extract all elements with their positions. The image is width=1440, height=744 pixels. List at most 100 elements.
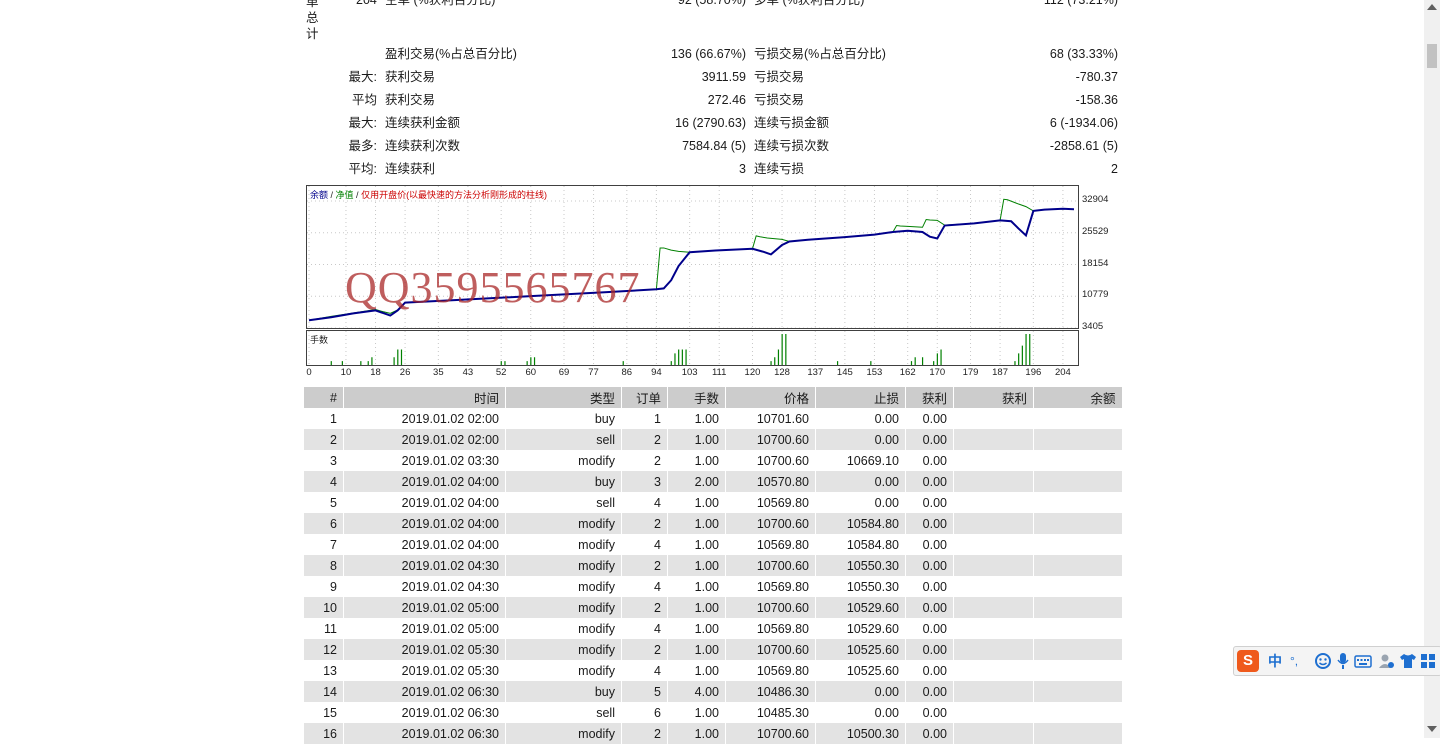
table-cell: 2019.01.02 05:00: [343, 597, 506, 618]
chart-legend: 余额 / 净值 / 仅用开盘价(以最快速的方法分析刚形成的柱线): [310, 188, 547, 201]
scroll-down-arrow-icon[interactable]: [1427, 726, 1437, 732]
table-cell: 10529.60: [815, 597, 906, 618]
user-icon[interactable]: [1377, 652, 1395, 670]
stat-label-2: 亏损交易: [754, 93, 805, 107]
x-tick-label: 128: [774, 367, 790, 378]
table-cell: modify: [505, 660, 622, 681]
x-tick-label: 137: [807, 367, 824, 378]
microphone-icon[interactable]: [1336, 652, 1350, 670]
volume-bar: [533, 357, 536, 365]
volume-bar: [367, 361, 369, 365]
table-cell: 9: [303, 576, 344, 597]
smiley-icon[interactable]: [1314, 652, 1332, 670]
table-cell: 10700.60: [725, 723, 816, 744]
volume-bar: [400, 349, 403, 365]
volume-bar: [870, 361, 872, 365]
table-cell: [953, 702, 1034, 723]
column-header[interactable]: 价格: [725, 387, 816, 408]
table-cell: 2019.01.02 05:00: [343, 618, 506, 639]
table-cell: 5: [303, 492, 344, 513]
table-cell: 3: [303, 450, 344, 471]
x-tick-label: 170: [929, 367, 946, 378]
volume-bar: [910, 361, 913, 365]
table-row: 5 2019.01.02 04:00 sell 4 1.00 10569.80 0.00 0.…: [303, 492, 1122, 513]
volume-bar: [785, 334, 787, 365]
table-cell: 10569.80: [725, 492, 816, 513]
y-tick-label: 18154: [1082, 257, 1109, 269]
volume-bar: [678, 349, 680, 365]
vertical-scrollbar[interactable]: [1424, 0, 1440, 738]
table-cell: 10700.60: [725, 513, 816, 534]
stat-prefix: 最大:: [348, 116, 377, 130]
side-label-char: 总: [306, 11, 319, 25]
column-header[interactable]: 余额: [1033, 387, 1122, 408]
volume-bar: [1014, 361, 1016, 365]
volume-bar: [681, 349, 683, 365]
table-cell: [1033, 450, 1122, 471]
table-cell: [953, 555, 1034, 576]
column-header[interactable]: 手数: [667, 387, 726, 408]
table-cell: 10: [303, 597, 344, 618]
table-row: 8 2019.01.02 04:30 modify 2 1.00 10700.60 1055…: [303, 555, 1122, 576]
sogou-logo-icon[interactable]: S: [1237, 650, 1259, 672]
table-cell: [953, 597, 1034, 618]
table-cell: 0.00: [905, 618, 954, 639]
volume-bar: [1021, 345, 1023, 365]
table-cell: modify: [505, 723, 622, 744]
table-cell: 10700.60: [725, 429, 816, 450]
table-cell: 10569.80: [725, 618, 816, 639]
ime-language-toggle[interactable]: 中: [1268, 652, 1282, 670]
table-cell: 1.00: [667, 450, 726, 471]
volume-bar: [397, 349, 399, 365]
stat-value-2: -780.37: [1075, 70, 1118, 84]
table-cell: 1.00: [667, 534, 726, 555]
table-cell: 1.00: [667, 639, 726, 660]
stat-label: 连续获利金额: [385, 116, 461, 130]
table-cell: [953, 429, 1034, 450]
table-cell: [953, 723, 1034, 744]
table-cell: [1033, 429, 1122, 450]
table-row: 6 2019.01.02 04:00 modify 2 1.00 10700.60 1058…: [303, 513, 1122, 534]
table-cell: [1033, 576, 1122, 597]
volume-label: 手数: [310, 335, 329, 345]
table-cell: 10584.80: [815, 513, 906, 534]
table-cell: 0.00: [815, 702, 906, 723]
table-cell: 0.00: [905, 639, 954, 660]
table-cell: 10550.30: [815, 576, 906, 597]
volume-bar: [914, 357, 916, 365]
column-header[interactable]: 获利: [905, 387, 954, 408]
table-cell: 4: [621, 534, 668, 555]
table-cell: 10569.80: [725, 534, 816, 555]
column-header[interactable]: 订单: [621, 387, 668, 408]
column-header[interactable]: #: [303, 387, 344, 408]
shirt-icon[interactable]: [1399, 652, 1417, 670]
trades-table: # 时间 类型 订单 手数 价格 止损 获利 获利 余额 1 2019.01.02 02:00 buy…: [303, 387, 1122, 744]
stat-label: 盈利交易(%占总百分比): [385, 47, 517, 61]
column-header[interactable]: 时间: [343, 387, 506, 408]
column-header[interactable]: 止损: [815, 387, 906, 408]
scroll-up-arrow-icon[interactable]: [1427, 4, 1437, 10]
column-header[interactable]: 类型: [505, 387, 622, 408]
scroll-thumb[interactable]: [1427, 44, 1437, 68]
column-header[interactable]: 获利: [953, 387, 1034, 408]
table-cell: modify: [505, 639, 622, 660]
stat-label-2: 连续亏损: [754, 162, 805, 176]
stat-value-2: 68 (33.33%): [1049, 47, 1118, 61]
ime-toolbar[interactable]: S 中 °,: [1233, 646, 1440, 676]
table-cell: 7: [303, 534, 344, 555]
table-cell: 2: [621, 450, 668, 471]
stats-top-right-label: 多单 (%获利百分比): [754, 0, 865, 7]
keyboard-icon[interactable]: [1354, 652, 1372, 670]
grid-icon[interactable]: [1420, 652, 1436, 670]
table-cell: [953, 513, 1034, 534]
table-cell: 2: [621, 555, 668, 576]
table-cell: 1: [303, 408, 344, 429]
ime-punctuation-toggle[interactable]: °,: [1290, 652, 1298, 670]
table-cell: buy: [505, 471, 622, 492]
table-cell: [1033, 618, 1122, 639]
table-cell: 1.00: [667, 723, 726, 744]
stats-top-left-value: 204: [356, 0, 377, 7]
legend-separator: /: [328, 190, 336, 200]
table-row: 4 2019.01.02 04:00 buy 3 2.00 10570.80 0.00 0.0…: [303, 471, 1122, 492]
x-tick-label: 196: [1025, 367, 1042, 378]
